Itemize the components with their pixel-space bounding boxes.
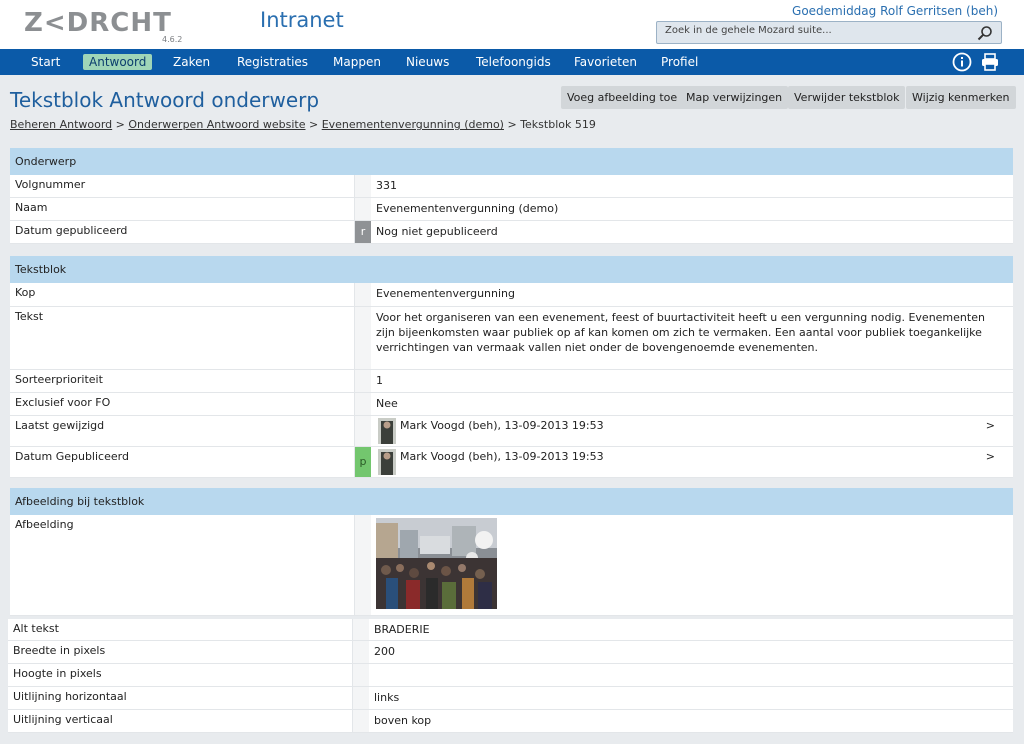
nav-item-registraties[interactable]: Registraties (231, 54, 314, 70)
field-label: Naam (15, 201, 48, 214)
field-label: Laatst gewijzigd (15, 419, 105, 432)
nav-item-favorieten[interactable]: Favorieten (568, 54, 643, 70)
field-label: Hoogte in pixels (13, 667, 102, 680)
table-row: Volgnummer 331 (10, 175, 1013, 198)
field-value: 1 (376, 374, 383, 387)
search-input[interactable] (665, 25, 965, 36)
table-row: Uitlijning horizontaal links (8, 687, 1013, 710)
search-icon[interactable] (977, 25, 993, 41)
field-label: Kop (15, 286, 36, 299)
table-row: Uitlijning verticaal boven kop (8, 710, 1013, 733)
search-box[interactable] (656, 21, 1002, 44)
field-label: Exclusief voor FO (15, 396, 111, 409)
map-references-button[interactable]: Map verwijzingen (680, 86, 789, 109)
main-nav: Start Antwoord Zaken Registraties Mappen… (0, 49, 1024, 75)
field-label: Breedte in pixels (13, 644, 106, 657)
field-value: Mark Voogd (beh), 13-09-2013 19:53 (400, 450, 604, 463)
print-icon[interactable] (980, 52, 1000, 72)
breadcrumb-current: Tekstblok 519 (520, 118, 596, 131)
field-value: Evenementenvergunning (376, 287, 515, 300)
field-label: Alt tekst (13, 622, 59, 635)
breadcrumb-link[interactable]: Evenementenvergunning (demo) (322, 118, 504, 131)
field-value: 200 (374, 645, 395, 658)
field-label: Tekst (15, 310, 44, 323)
nav-item-start[interactable]: Start (25, 54, 66, 70)
field-value: Nog niet gepubliceerd (376, 225, 498, 238)
field-value: Evenementenvergunning (demo) (376, 202, 559, 215)
table-row: Afbeelding (10, 515, 1013, 616)
field-label: Volgnummer (15, 178, 86, 191)
user-greeting[interactable]: Goedemiddag Rolf Gerritsen (beh) (792, 4, 998, 18)
info-icon[interactable] (952, 52, 972, 72)
nav-item-nieuws[interactable]: Nieuws (400, 54, 455, 70)
table-row: Breedte in pixels 200 (8, 641, 1013, 664)
section-afbeelding-header: Afbeelding bij tekstblok (10, 488, 1013, 515)
field-value: Mark Voogd (beh), 13-09-2013 19:53 (400, 419, 604, 432)
field-value: 331 (376, 179, 397, 192)
field-value: BRADERIE (374, 623, 430, 636)
logo[interactable]: Z<DRCHT (24, 8, 172, 38)
chevron-right-icon[interactable]: > (986, 450, 995, 463)
status-flag-r: r (354, 221, 371, 243)
nav-item-telefoongids[interactable]: Telefoongids (470, 54, 557, 70)
table-row: Kop Evenementenvergunning (10, 283, 1013, 307)
breadcrumb-link[interactable]: Onderwerpen Antwoord website (128, 118, 305, 131)
edit-properties-button[interactable]: Wijzig kenmerken (906, 86, 1016, 109)
status-flag-p: p (354, 447, 371, 477)
page-title: Tekstblok Antwoord onderwerp (10, 88, 320, 112)
breadcrumb: Beheren Antwoord > Onderwerpen Antwoord … (10, 118, 596, 131)
field-value-text: Voor het organiseren van een evenement, … (376, 311, 985, 354)
braderie-photo[interactable] (376, 518, 497, 609)
avatar (378, 449, 396, 475)
table-row: Exclusief voor FO Nee (10, 393, 1013, 416)
nav-item-zaken[interactable]: Zaken (167, 54, 216, 70)
table-row: Datum gepubliceerd r Nog niet gepublicee… (10, 221, 1013, 244)
breadcrumb-link[interactable]: Beheren Antwoord (10, 118, 112, 131)
field-label: Sorteerprioriteit (15, 373, 103, 386)
top-header: Z<DRCHT 4.6.2 Intranet Goedemiddag Rolf … (0, 0, 1024, 49)
nav-item-mappen[interactable]: Mappen (327, 54, 387, 70)
nav-item-profiel[interactable]: Profiel (655, 54, 704, 70)
field-label: Uitlijning horizontaal (13, 690, 127, 703)
field-value: links (374, 691, 400, 704)
field-label: Datum Gepubliceerd (15, 450, 129, 463)
table-row: Naam Evenementenvergunning (demo) (10, 198, 1013, 221)
field-label: Datum gepubliceerd (15, 224, 128, 237)
avatar (378, 418, 396, 444)
section-tekstblok-header: Tekstblok (10, 256, 1013, 283)
table-row: Hoogte in pixels (8, 664, 1013, 687)
table-row: Sorteerprioriteit 1 (10, 370, 1013, 393)
section-onderwerp-header: Onderwerp (10, 148, 1013, 175)
table-row[interactable]: Datum Gepubliceerd p Mark Voogd (beh), 1… (10, 447, 1013, 478)
table-row: Tekst Voor het organiseren van een evene… (10, 307, 1013, 370)
app-title[interactable]: Intranet (260, 8, 344, 32)
table-row: Alt tekst BRADERIE (8, 619, 1013, 641)
field-value: boven kop (374, 714, 432, 727)
chevron-right-icon[interactable]: > (986, 419, 995, 432)
nav-item-antwoord[interactable]: Antwoord (83, 54, 153, 70)
table-row[interactable]: Laatst gewijzigd Mark Voogd (beh), 13-09… (10, 416, 1013, 447)
field-value: Nee (376, 397, 398, 410)
field-label: Uitlijning verticaal (13, 713, 113, 726)
delete-textblock-button[interactable]: Verwijder tekstblok (788, 86, 906, 109)
add-image-button[interactable]: Voeg afbeelding toe (561, 86, 684, 109)
field-label: Afbeelding (15, 518, 74, 531)
version-label: 4.6.2 (162, 35, 183, 44)
